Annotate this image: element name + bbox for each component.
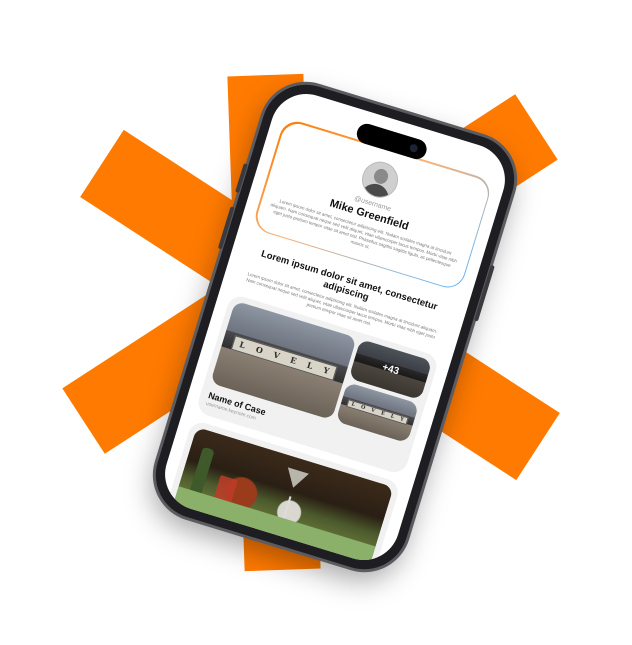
phone-mockup: @username Mike Greenfield Lorem ipsum do… <box>144 73 526 581</box>
camera-icon <box>408 143 419 154</box>
user-avatar-icon[interactable] <box>357 156 403 202</box>
martini-glass-image <box>282 467 310 491</box>
sign-text-thumb: LOVELY <box>346 398 409 425</box>
profile-page: @username Mike Greenfield Lorem ipsum do… <box>156 85 514 569</box>
hero-illustration: @username Mike Greenfield Lorem ipsum do… <box>0 0 632 645</box>
martini-stem <box>282 495 292 520</box>
sign-text: LOVELY <box>231 334 338 381</box>
bottle-image <box>189 446 216 497</box>
phone-screen: @username Mike Greenfield Lorem ipsum do… <box>156 85 514 569</box>
